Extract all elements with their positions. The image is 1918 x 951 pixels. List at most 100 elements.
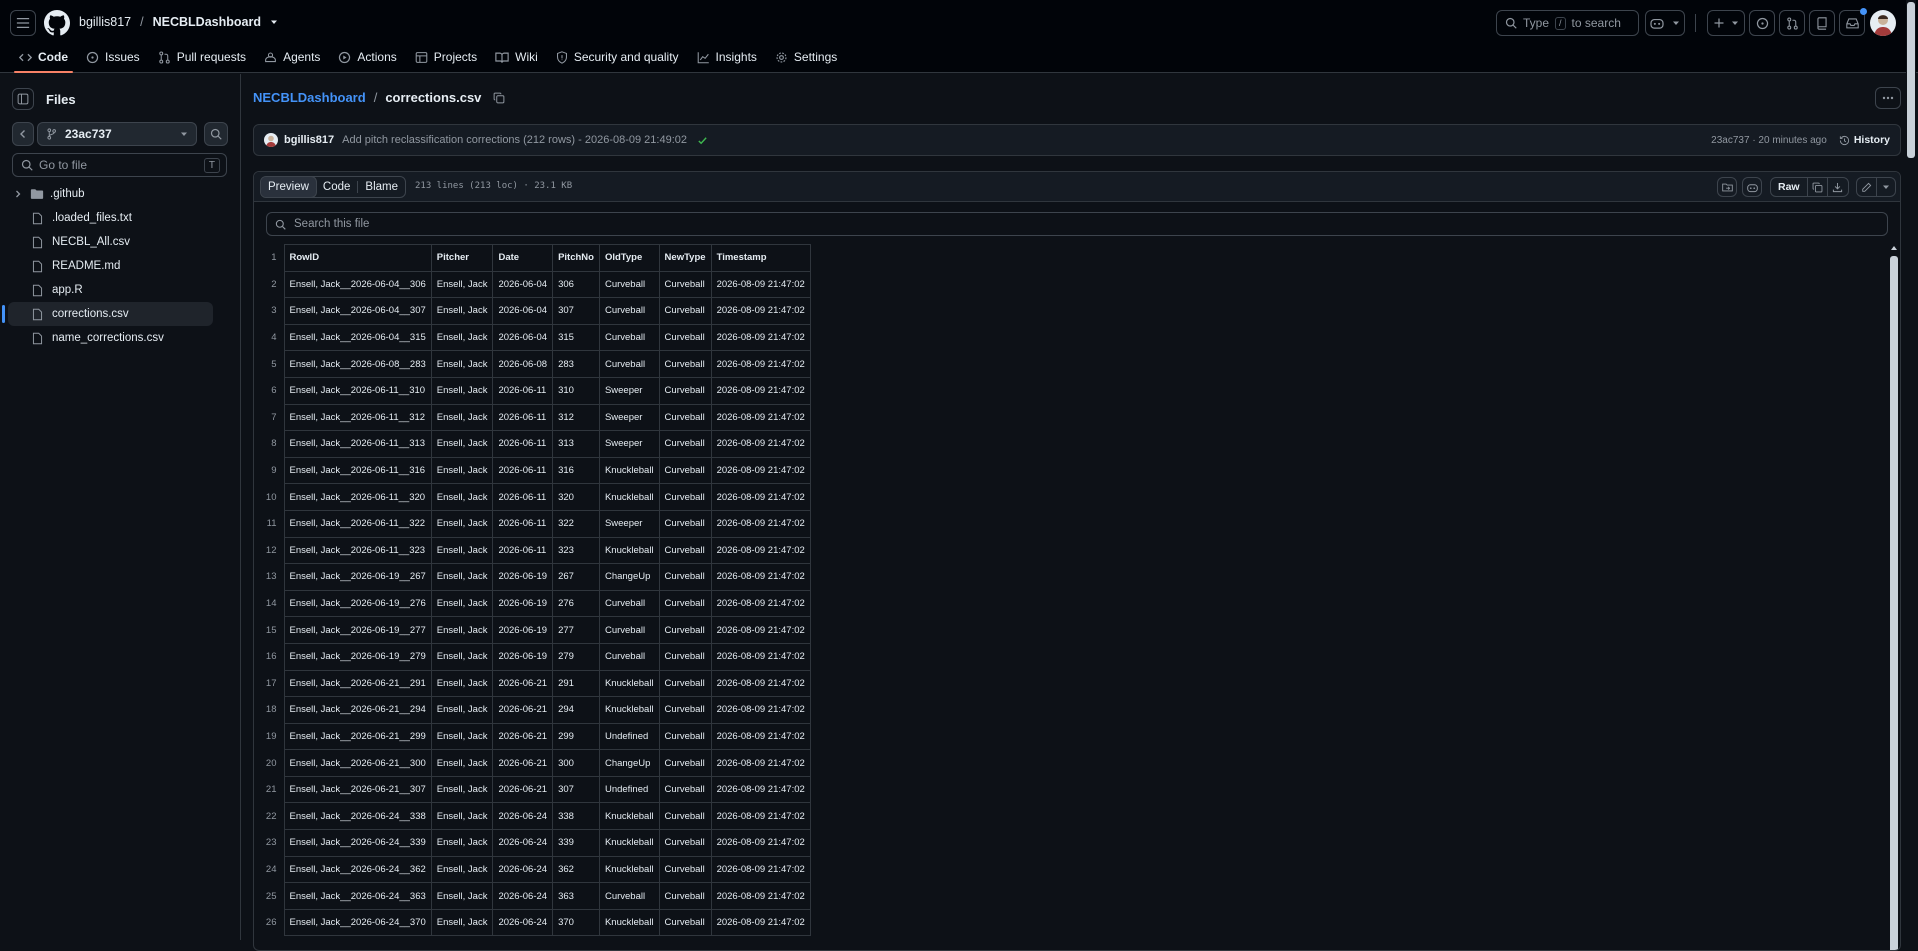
table-cell: 2026-08-09 21:47:02 [710, 430, 811, 458]
table-cell: Ensell, Jack [430, 749, 494, 777]
table-cell: Knuckleball [598, 696, 660, 724]
page-scrollbar[interactable] [1906, 0, 1916, 940]
edit-options-button[interactable] [1877, 178, 1895, 196]
tab-settings[interactable]: Settings [766, 46, 846, 68]
table-cell: 2026-06-11 [492, 430, 554, 458]
tab-projects[interactable]: Projects [406, 46, 486, 68]
line-number[interactable]: 7 [255, 404, 284, 431]
search-icon [275, 219, 286, 230]
check-icon[interactable] [697, 135, 708, 146]
line-number[interactable]: 26 [255, 909, 284, 936]
line-number[interactable]: 3 [255, 298, 284, 325]
global-search[interactable]: Type / to search [1496, 10, 1639, 36]
tree-item-corrections[interactable]: corrections.csv [2, 302, 213, 326]
line-number[interactable]: 4 [255, 324, 284, 351]
search-files-button[interactable] [204, 122, 228, 146]
line-number[interactable]: 20 [255, 750, 284, 777]
symbols-button[interactable] [1717, 177, 1737, 197]
issues-button[interactable] [1749, 10, 1775, 36]
repo-link[interactable]: NECBLDashboard [153, 15, 261, 29]
go-to-file-input[interactable]: Go to file T [12, 153, 227, 177]
line-number[interactable]: 2 [255, 271, 284, 298]
line-number[interactable]: 12 [255, 537, 284, 564]
collapse-sidebar-button[interactable] [12, 88, 34, 110]
search-icon [21, 159, 33, 171]
more-options-button[interactable] [1875, 87, 1901, 109]
github-logo-icon[interactable] [44, 10, 70, 36]
tab-agents[interactable]: Agents [255, 46, 329, 68]
line-number[interactable]: 11 [255, 510, 284, 537]
table-cell: 2026-06-24 [492, 908, 554, 937]
table-cell: Curveball [658, 882, 712, 910]
user-avatar[interactable] [1870, 10, 1896, 36]
line-number[interactable]: 8 [255, 431, 284, 458]
line-number[interactable]: 15 [255, 617, 284, 644]
copy-icon[interactable] [493, 92, 505, 104]
author-avatar[interactable] [264, 133, 278, 147]
history-button[interactable]: History [1839, 134, 1890, 146]
line-number[interactable]: 16 [255, 643, 284, 670]
table-cell: Curveball [658, 430, 712, 458]
tree-item-readme[interactable]: README.md [0, 254, 240, 278]
commit-sha-time[interactable]: 23ac737 · 20 minutes ago [1711, 135, 1827, 146]
tab-actions[interactable]: Actions [329, 46, 405, 68]
line-number[interactable]: 24 [255, 856, 284, 883]
copilot-file-button[interactable] [1742, 177, 1762, 197]
tab-code[interactable]: Code [10, 46, 77, 73]
repositories-button[interactable] [1809, 10, 1835, 36]
tab-issues[interactable]: Issues [77, 46, 149, 68]
line-number[interactable]: 14 [255, 590, 284, 617]
copilot-button[interactable] [1645, 10, 1685, 36]
view-preview-button[interactable]: Preview [261, 177, 317, 197]
view-blame-button[interactable]: Blame [358, 177, 405, 197]
tree-item-github-folder[interactable]: .github [0, 182, 240, 206]
edit-file-button[interactable] [1857, 178, 1877, 196]
table-scrollbar[interactable] [1889, 244, 1899, 950]
tab-insights[interactable]: Insights [688, 46, 766, 68]
branch-selector[interactable]: 23ac737 [37, 122, 197, 146]
line-number[interactable]: 9 [255, 457, 284, 484]
commit-message[interactable]: Add pitch reclassification corrections (… [342, 134, 687, 146]
owner-link[interactable]: bgillis817 [79, 15, 131, 29]
tree-item-necbl-all[interactable]: NECBL_All.csv [0, 230, 240, 254]
raw-button[interactable]: Raw [1771, 178, 1808, 196]
tab-wiki[interactable]: Wiki [486, 46, 547, 68]
tree-item-name-corrections[interactable]: name_corrections.csv [0, 326, 240, 350]
repo-root-link[interactable]: NECBLDashboard [253, 90, 366, 105]
line-number[interactable]: 19 [255, 723, 284, 750]
commit-author[interactable]: bgillis817 [284, 134, 334, 146]
download-button[interactable] [1828, 178, 1848, 196]
view-code-button[interactable]: Code [316, 177, 358, 197]
tree-item-loaded-files[interactable]: .loaded_files.txt [0, 206, 240, 230]
line-number[interactable]: 22 [255, 803, 284, 830]
create-new-button[interactable] [1707, 10, 1745, 36]
line-number[interactable]: 13 [255, 564, 284, 591]
chevron-right-icon[interactable] [14, 190, 22, 198]
go-to-file-shortcut: T [203, 157, 220, 173]
table-cell: 2026-08-09 21:47:02 [710, 616, 811, 644]
pull-requests-button[interactable] [1779, 10, 1805, 36]
line-number[interactable]: 23 [255, 830, 284, 857]
tree-item-label: .github [50, 188, 85, 200]
back-button[interactable] [12, 122, 34, 146]
menu-button[interactable] [10, 10, 36, 36]
table-row: 4 Ensell, Jack__2026-06-04__315 Ensell, Ja… [255, 323, 811, 352]
search-this-file-input[interactable]: Search this file [266, 212, 1888, 236]
line-number[interactable]: 6 [255, 377, 284, 404]
table-row: 6 Ensell, Jack__2026-06-11__310 Ensell, Ja… [255, 376, 811, 405]
file-icon [32, 332, 43, 344]
line-number[interactable]: 21 [255, 776, 284, 803]
line-number[interactable]: 18 [255, 697, 284, 724]
tab-pull-requests[interactable]: Pull requests [149, 46, 255, 68]
tree-item-app-r[interactable]: app.R [0, 278, 240, 302]
line-number[interactable]: 10 [255, 484, 284, 511]
line-number[interactable]: 25 [255, 883, 284, 910]
inbox-button[interactable] [1839, 8, 1867, 36]
caret-down-icon[interactable] [270, 18, 278, 26]
line-number[interactable]: 17 [255, 670, 284, 697]
table-cell: Curveball [658, 749, 712, 777]
line-number[interactable]: 5 [255, 351, 284, 378]
tab-security[interactable]: Security and quality [547, 46, 688, 68]
line-number[interactable]: 1 [255, 245, 284, 272]
copy-raw-button[interactable] [1808, 178, 1828, 196]
